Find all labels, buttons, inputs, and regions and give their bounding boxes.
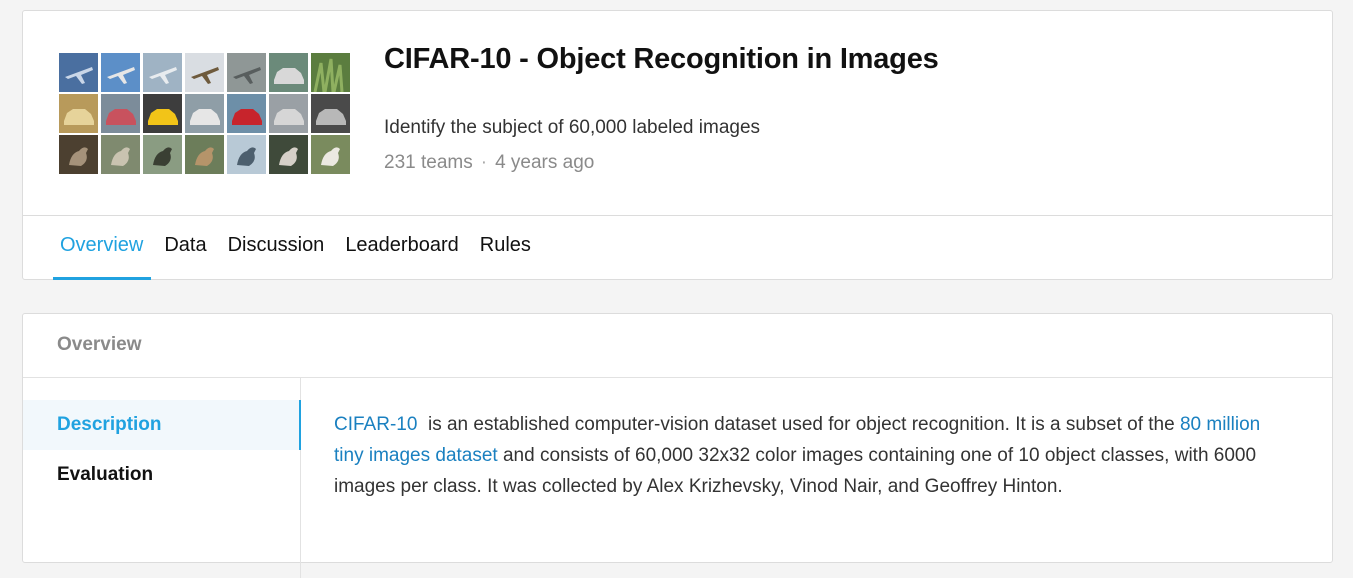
tab-rules[interactable]: Rules xyxy=(473,216,545,280)
sample-thumbnail xyxy=(269,53,308,92)
sample-thumbnail xyxy=(269,135,308,174)
sample-thumbnail xyxy=(311,94,350,133)
meta-separator: · xyxy=(480,152,488,173)
sample-thumbnail xyxy=(227,135,266,174)
sample-thumbnail xyxy=(185,135,224,174)
sample-thumbnail xyxy=(311,53,350,92)
teams-count: 231 teams xyxy=(384,152,473,173)
cifar10-link[interactable]: CIFAR-10 xyxy=(334,414,417,435)
sample-thumbnail xyxy=(101,135,140,174)
tab-discussion[interactable]: Discussion xyxy=(221,216,339,280)
competition-subtitle: Identify the subject of 60,000 labeled i… xyxy=(384,117,761,138)
sample-thumbnail xyxy=(311,135,350,174)
sample-thumbnail xyxy=(59,94,98,133)
sample-thumbnail xyxy=(143,94,182,133)
sample-thumbnail xyxy=(143,53,182,92)
sample-thumbnail xyxy=(227,53,266,92)
competition-title: CIFAR-10 - Object Recognition in Images xyxy=(384,43,939,75)
tab-overview[interactable]: Overview xyxy=(53,216,157,280)
description-part-1: is an established computer-vision datase… xyxy=(417,414,1180,435)
competition-header-card: CIFAR-10 - Object Recognition in Images … xyxy=(22,10,1333,280)
overview-card: Overview Description Evaluation CIFAR-10… xyxy=(22,313,1333,578)
sample-thumbnail xyxy=(227,94,266,133)
competition-meta: 231 teams · 4 years ago xyxy=(384,152,594,174)
description-text: CIFAR-10 is an established computer-visi… xyxy=(334,409,1294,502)
sample-thumbnail xyxy=(59,135,98,174)
sample-thumbnail xyxy=(143,135,182,174)
competition-age: 4 years ago xyxy=(495,152,595,173)
sample-thumbnail xyxy=(185,94,224,133)
competition-header: CIFAR-10 - Object Recognition in Images … xyxy=(23,11,1332,216)
sample-thumbnail xyxy=(59,53,98,92)
side-nav-evaluation[interactable]: Evaluation xyxy=(23,450,301,500)
sample-thumbnail xyxy=(185,53,224,92)
overview-side-nav: Description Evaluation xyxy=(23,378,301,578)
sample-thumbnail xyxy=(101,94,140,133)
tab-leaderboard[interactable]: Leaderboard xyxy=(338,216,472,280)
cifar-sample-images-icon xyxy=(59,53,351,175)
overview-header: Overview xyxy=(23,314,1332,378)
side-nav-description[interactable]: Description xyxy=(23,400,301,450)
competition-tabs: Overview Data Discussion Leaderboard Rul… xyxy=(53,216,545,280)
sample-thumbnail xyxy=(101,53,140,92)
tab-data[interactable]: Data xyxy=(157,216,220,280)
sample-thumbnail xyxy=(269,94,308,133)
overview-heading: Overview xyxy=(57,334,142,355)
